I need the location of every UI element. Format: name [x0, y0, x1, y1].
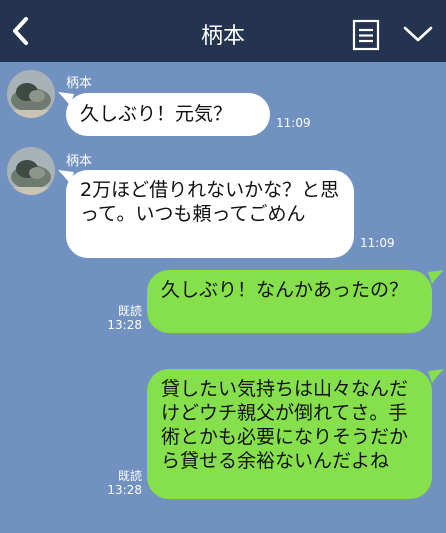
avatar[interactable]	[7, 70, 55, 118]
memo-icon[interactable]	[352, 19, 380, 51]
message-bubble[interactable]: 貸したい気持ちは山々なんだけどウチ親父が倒れてさ。手術とかも必要になりそうだから…	[147, 369, 432, 499]
read-receipt: 既読	[117, 469, 142, 483]
bubble-tail	[428, 270, 444, 284]
sender-name: 柄本	[66, 76, 93, 91]
message-meta: 既読 13:28	[104, 469, 142, 497]
message-time: 11:09	[360, 236, 395, 250]
sender-name: 柄本	[66, 154, 93, 169]
chevron-down-icon[interactable]	[402, 22, 434, 46]
avatar[interactable]	[7, 147, 55, 195]
back-icon[interactable]	[8, 14, 36, 48]
message-text: 貸したい気持ちは山々なんだけどウチ親父が倒れてさ。手術とかも必要になりそうだから…	[161, 378, 409, 472]
message-time: 13:28	[107, 483, 142, 497]
message-bubble[interactable]: 2万ほど借りれないかな？と思って。いつも頼ってごめん	[66, 170, 354, 258]
message-bubble[interactable]: 久しぶり！元気？	[66, 93, 270, 136]
message-time: 11:09	[276, 116, 311, 130]
message-text: 2万ほど借りれないかな？と思って。いつも頼ってごめん	[80, 179, 340, 225]
bubble-tail	[428, 369, 444, 383]
read-receipt: 既読	[117, 304, 142, 318]
chat-header: 柄本	[0, 0, 446, 62]
message-time: 13:28	[107, 318, 142, 332]
message-meta: 既読 13:28	[104, 304, 142, 332]
message-text: 久しぶり！元気？	[80, 103, 233, 125]
message-text: 久しぶり！なんかあったの？	[161, 279, 409, 301]
message-bubble[interactable]: 久しぶり！なんかあったの？	[147, 270, 432, 333]
